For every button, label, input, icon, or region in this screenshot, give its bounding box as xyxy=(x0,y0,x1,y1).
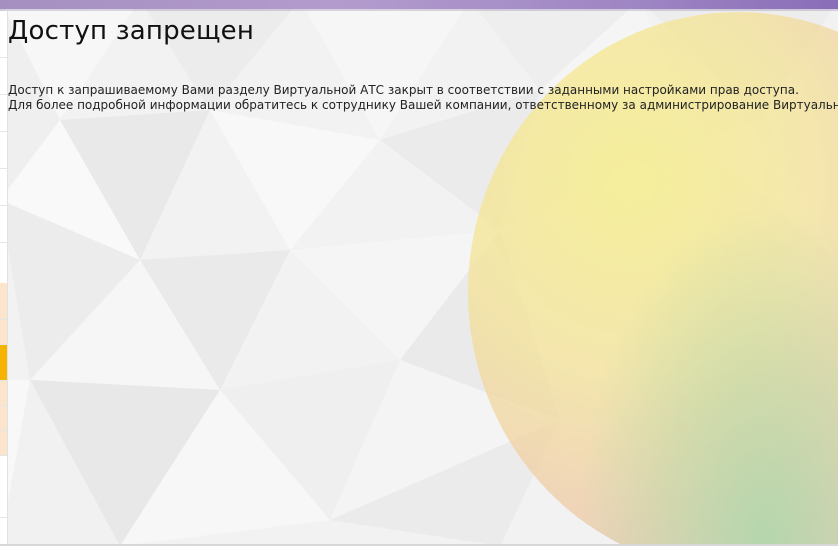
sidebar-row[interactable] xyxy=(0,132,7,169)
left-sidebar-strip xyxy=(0,11,8,546)
message-line-2: Для более подробной информации обратитес… xyxy=(8,98,838,112)
sidebar-row[interactable] xyxy=(0,21,7,58)
sidebar-row-highlighted[interactable] xyxy=(0,320,7,345)
sidebar-row[interactable] xyxy=(0,481,7,518)
sidebar-row-highlighted[interactable] xyxy=(0,406,7,431)
message-line-1: Доступ к запрашиваемому Вами разделу Вир… xyxy=(8,83,799,97)
access-denied-page: Доступ запрещен Доступ к запрашиваемому … xyxy=(0,0,838,546)
sidebar-row-highlighted[interactable] xyxy=(0,283,7,320)
main-content: Доступ запрещен Доступ к запрашиваемому … xyxy=(8,14,838,113)
access-denied-message: Доступ к запрашиваемому Вами разделу Вир… xyxy=(8,83,838,113)
top-bar-shadow xyxy=(0,9,838,11)
sidebar-row[interactable] xyxy=(0,169,7,206)
sidebar-row[interactable] xyxy=(0,58,7,95)
page-title: Доступ запрещен xyxy=(8,16,255,46)
sidebar-row-highlighted[interactable] xyxy=(0,381,7,406)
sidebar-row-highlighted[interactable] xyxy=(0,431,7,456)
top-window-bar xyxy=(0,0,838,9)
sidebar-row-active[interactable] xyxy=(0,345,7,381)
sidebar-row[interactable] xyxy=(0,95,7,132)
sidebar-row[interactable] xyxy=(0,206,7,243)
